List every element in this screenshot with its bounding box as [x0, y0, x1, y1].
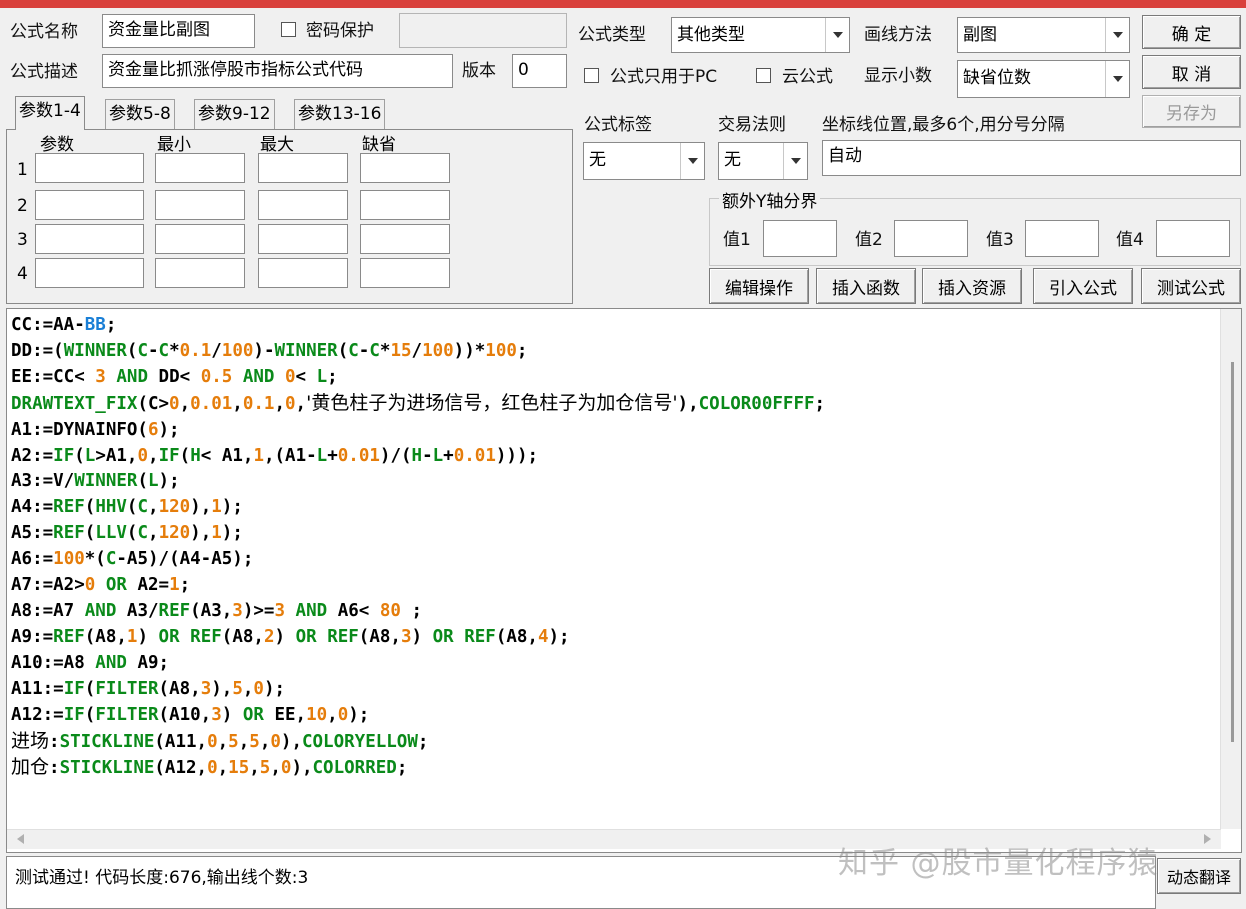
code-text[interactable]: CC:=AA-BB; DD:=(WINNER(C-C*0.1/100)-WINN… [11, 313, 825, 782]
chevron-down-icon [825, 18, 849, 52]
cloud-formula-label: 云公式 [782, 67, 833, 87]
formula-desc-label: 公式描述 [10, 62, 78, 82]
param-4-name-input[interactable] [35, 258, 144, 288]
chevron-down-icon [1105, 18, 1129, 52]
decimals-select[interactable]: 缺省位数 [957, 60, 1130, 98]
formula-tag-label: 公式标签 [584, 115, 652, 135]
cloud-formula-checkbox[interactable] [756, 68, 771, 83]
insert-function-button[interactable]: 插入函数 [816, 268, 916, 304]
password-protect-label: 密码保护 [306, 21, 374, 41]
formula-name-label: 公式名称 [10, 22, 78, 42]
param-header-name: 参数 [40, 135, 74, 155]
param-1-max-input[interactable] [258, 153, 348, 183]
pc-only-label: 公式只用于PC [610, 67, 718, 87]
value-4-label: 值4 [1116, 230, 1144, 250]
save-as-button[interactable]: 另存为 [1142, 95, 1241, 128]
param-row-number: 3 [17, 230, 28, 250]
chevron-down-icon [1105, 61, 1129, 97]
test-formula-button[interactable]: 测试公式 [1141, 268, 1241, 304]
param-header-min: 最小 [157, 135, 191, 155]
param-4-max-input[interactable] [258, 258, 348, 288]
decimals-value: 缺省位数 [963, 68, 1031, 88]
trade-rule-label: 交易法则 [718, 115, 786, 135]
tab-params-5-8[interactable]: 参数5-8 [105, 99, 175, 129]
cancel-button[interactable]: 取 消 [1142, 55, 1241, 89]
param-header-default: 缺省 [362, 135, 396, 155]
param-1-name-input[interactable] [35, 153, 144, 183]
param-2-min-input[interactable] [155, 190, 245, 220]
window-title-bar [0, 0, 1246, 8]
formula-type-label: 公式类型 [578, 25, 646, 45]
formula-tag-select[interactable]: 无 [583, 142, 705, 180]
param-3-min-input[interactable] [155, 224, 245, 254]
ok-button[interactable]: 确 定 [1142, 15, 1241, 49]
param-2-max-input[interactable] [258, 190, 348, 220]
tab-params-9-12[interactable]: 参数9-12 [194, 99, 275, 129]
draw-method-select[interactable]: 副图 [957, 17, 1130, 53]
vertical-scrollbar-thumb[interactable] [1231, 362, 1234, 742]
password-protect-checkbox[interactable] [281, 22, 296, 37]
value-3-label: 值3 [986, 230, 1014, 250]
value-2-input[interactable] [894, 220, 968, 257]
chevron-down-icon [680, 143, 704, 179]
value-4-input[interactable] [1156, 220, 1230, 257]
axis-position-label: 坐标线位置,最多6个,用分号分隔 [822, 115, 1065, 135]
trade-rule-select[interactable]: 无 [718, 142, 808, 180]
formula-type-value: 其他类型 [677, 25, 745, 45]
axis-position-input[interactable]: 自动 [822, 140, 1241, 176]
import-formula-button[interactable]: 引入公式 [1033, 268, 1133, 304]
decimals-label: 显示小数 [864, 66, 932, 86]
param-1-default-input[interactable] [360, 153, 450, 183]
chevron-down-icon [783, 143, 807, 179]
draw-method-label: 画线方法 [864, 25, 932, 45]
formula-tag-value: 无 [589, 150, 606, 170]
param-row-number: 1 [17, 160, 28, 180]
scroll-right-icon[interactable] [1204, 834, 1211, 844]
value-1-input[interactable] [763, 220, 837, 257]
edit-operations-button[interactable]: 编辑操作 [709, 268, 809, 304]
version-label: 版本 [462, 61, 496, 81]
param-row-number: 2 [17, 196, 28, 216]
param-3-default-input[interactable] [360, 224, 450, 254]
param-4-min-input[interactable] [155, 258, 245, 288]
param-3-name-input[interactable] [35, 224, 144, 254]
param-2-default-input[interactable] [360, 190, 450, 220]
tab-params-13-16[interactable]: 参数13-16 [294, 99, 386, 129]
param-header-max: 最大 [260, 135, 294, 155]
watermark-text: 知乎 @股市量化程序猿 [838, 846, 1159, 881]
tab-params-1-4[interactable]: 参数1-4 [15, 96, 85, 130]
formula-type-select[interactable]: 其他类型 [671, 17, 850, 53]
value-2-label: 值2 [855, 230, 883, 250]
param-3-max-input[interactable] [258, 224, 348, 254]
formula-desc-input[interactable]: 资金量比抓涨停股市指标公式代码 [102, 54, 453, 88]
formula-code-editor[interactable]: CC:=AA-BB; DD:=(WINNER(C-C*0.1/100)-WINN… [6, 308, 1242, 853]
param-row-number: 4 [17, 264, 28, 284]
param-2-name-input[interactable] [35, 190, 144, 220]
param-4-default-input[interactable] [360, 258, 450, 288]
formula-name-input[interactable]: 资金量比副图 [102, 14, 255, 48]
scroll-left-icon[interactable] [17, 834, 24, 844]
value-3-input[interactable] [1025, 220, 1099, 257]
param-1-min-input[interactable] [155, 153, 245, 183]
pc-only-checkbox[interactable] [584, 68, 599, 83]
extra-y-axis-label: 额外Y轴分界 [719, 187, 821, 212]
insert-resource-button[interactable]: 插入资源 [922, 268, 1022, 304]
password-input[interactable] [399, 13, 567, 48]
value-1-label: 值1 [723, 230, 751, 250]
version-input[interactable]: 0 [512, 54, 567, 88]
trade-rule-value: 无 [724, 150, 741, 170]
draw-method-value: 副图 [963, 25, 997, 45]
dynamic-translate-button[interactable]: 动态翻译 [1157, 858, 1241, 894]
